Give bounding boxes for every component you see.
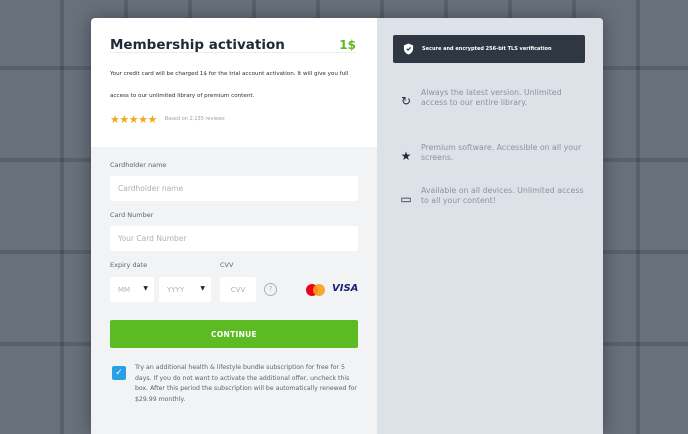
charge-description: Your credit card will be charged 1$ for …	[110, 71, 349, 99]
reviews-count: Based on 2,135 reviews	[164, 116, 225, 122]
payment-panel: Membership activation 1$ Your credit car…	[91, 18, 377, 434]
price-badge: 1$	[339, 38, 356, 52]
feature-item: ↻ Always the latest version. Unlimited a…	[399, 88, 589, 128]
refresh-icon: ↻	[400, 94, 412, 108]
continue-button[interactable]: CONTINUE	[110, 320, 358, 348]
mastercard-icon	[306, 284, 330, 296]
membership-modal: Membership activation 1$ Your credit car…	[91, 18, 603, 434]
expiry-year-value: YYYY	[167, 285, 185, 294]
title-divider	[110, 52, 356, 53]
cardholder-label: Cardholder name	[110, 161, 167, 169]
visa-logo: VISA	[332, 283, 359, 294]
chevron-down-icon: ▼	[143, 285, 148, 292]
feature-text: Premium software. Accessible on all your…	[421, 143, 582, 162]
upsell-text: Try an additional health & lifestyle bun…	[135, 364, 357, 403]
tls-text: Secure and encrypted 256-bit TLS verific…	[422, 46, 552, 52]
page-title: Membership activation	[110, 37, 285, 53]
tls-banner: Secure and encrypted 256-bit TLS verific…	[393, 35, 585, 63]
star-rating-icon: ★★★★★	[110, 112, 157, 126]
star-icon: ★	[400, 149, 412, 163]
expiry-month-select[interactable]: MM ▼	[110, 277, 154, 302]
expiry-month-value: MM	[118, 285, 131, 294]
cvv-label: CVV	[220, 261, 234, 269]
expiry-label: Expiry date	[110, 261, 148, 269]
devices-icon: ▭	[400, 192, 412, 206]
feature-item: ▭ Available on all devices. Unlimited ac…	[399, 186, 589, 226]
upsell-checkbox[interactable]: ✓	[112, 366, 126, 380]
feature-text: Available on all devices. Unlimited acce…	[421, 186, 584, 205]
feature-item: ★ Premium software. Accessible on all yo…	[399, 143, 589, 183]
cvv-help-icon[interactable]: ?	[264, 283, 277, 296]
chevron-down-icon: ▼	[200, 285, 205, 292]
feature-text: Always the latest version. Unlimited acc…	[421, 88, 562, 107]
card-number-input[interactable]	[110, 226, 358, 251]
card-form: Cardholder name Card Number Expiry date …	[91, 147, 377, 434]
benefits-panel: Secure and encrypted 256-bit TLS verific…	[377, 18, 603, 434]
card-number-label: Card Number	[110, 211, 154, 219]
expiry-year-select[interactable]: YYYY ▼	[159, 277, 211, 302]
cvv-placeholder: CVV	[230, 285, 246, 294]
cvv-input[interactable]: CVV	[220, 277, 256, 302]
shield-icon	[403, 43, 414, 55]
rating-row: ★★★★★ Based on 2,135 reviews	[110, 112, 225, 126]
cardholder-input[interactable]	[110, 176, 358, 201]
